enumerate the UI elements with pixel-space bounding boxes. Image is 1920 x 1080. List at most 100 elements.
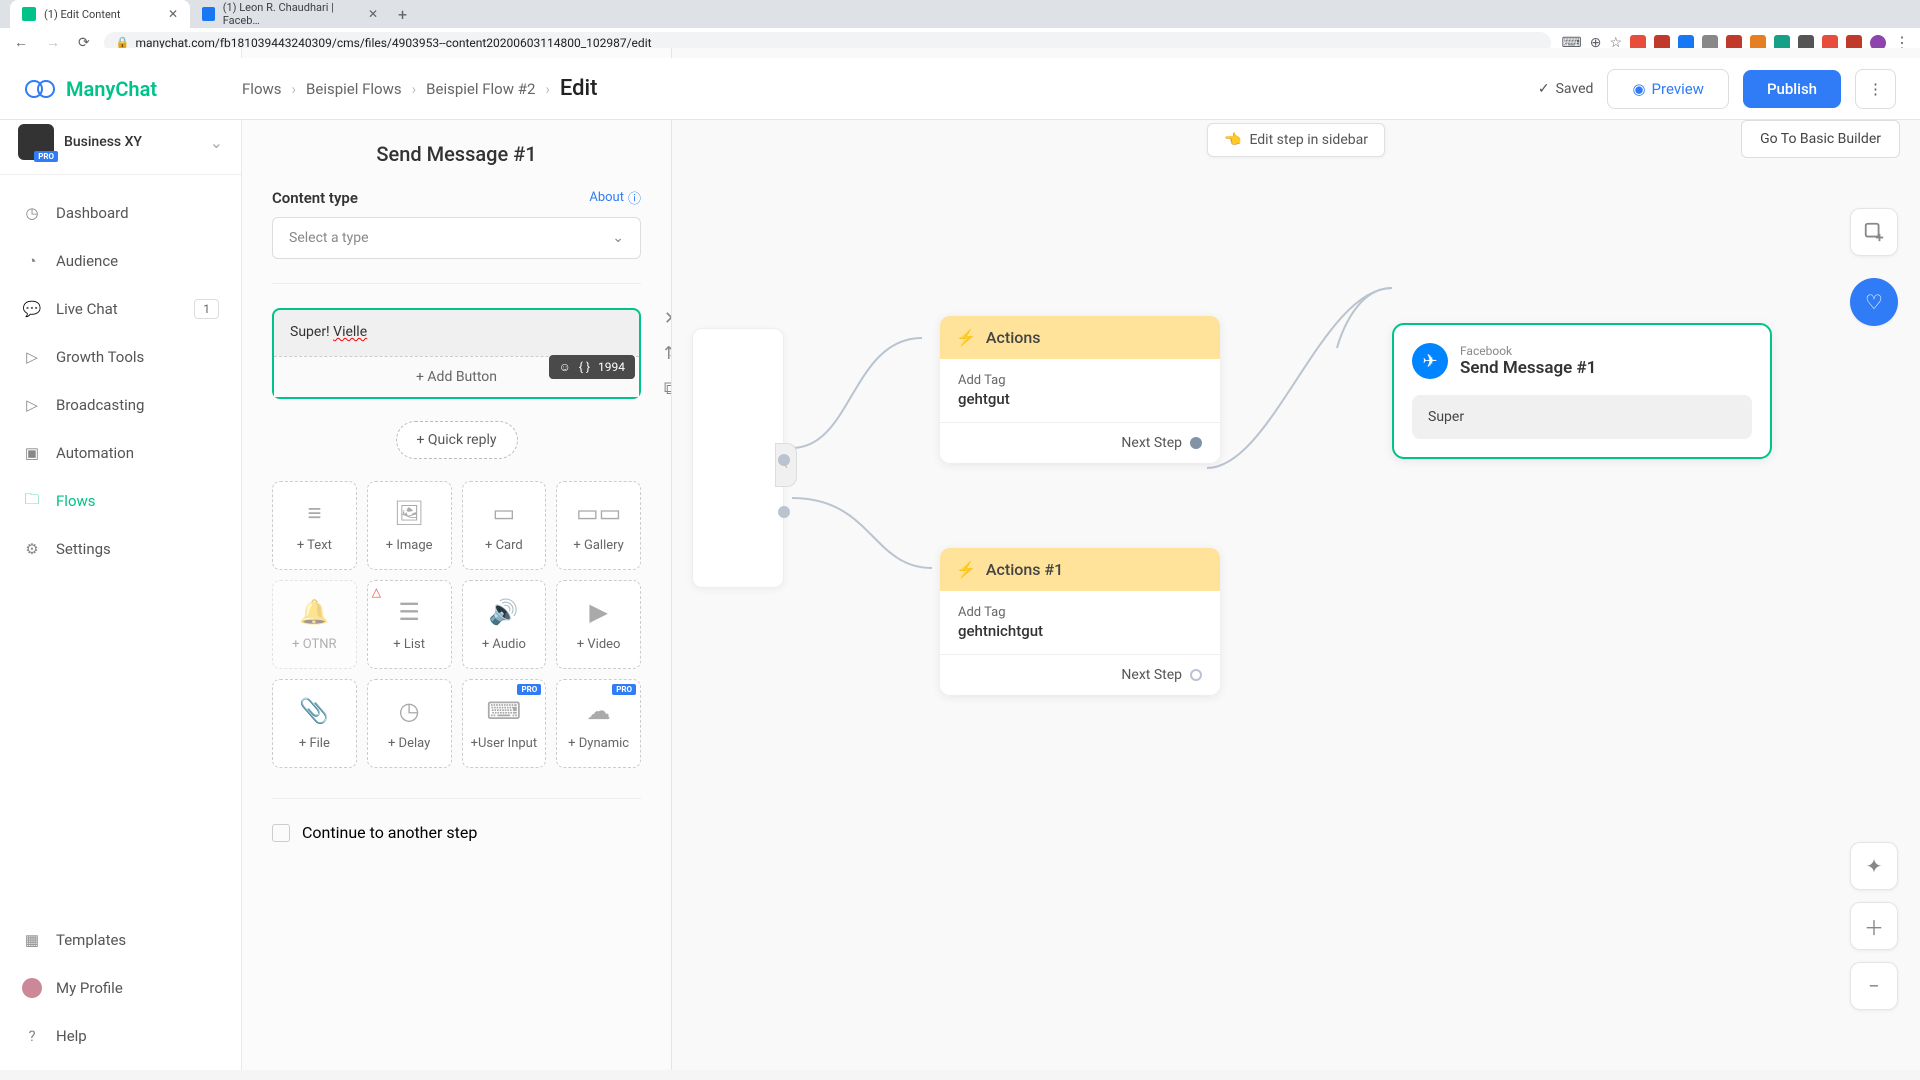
flow-canvas[interactable]: 👈 Edit step in sidebar Go To Basic Build… (672, 48, 1920, 1070)
message-text-input[interactable]: Super! Vielle (274, 310, 639, 356)
org-avatar: PRO (18, 124, 54, 160)
tile-list[interactable]: △☰+ List (367, 580, 452, 669)
tile-video[interactable]: ▶+ Video (556, 580, 641, 669)
bell-icon: 🔔 (299, 597, 329, 627)
help-icon: ? (22, 1026, 42, 1046)
sidebar-item-settings[interactable]: ⚙Settings (0, 525, 241, 573)
browser-chrome: (1) Edit Content ✕ (1) Leon R. Chaudhari… (0, 0, 1920, 48)
close-icon[interactable]: ✕ (168, 7, 178, 21)
action-value: gehtgut (958, 390, 1202, 408)
panel-title: Send Message #1 (272, 120, 641, 188)
eye-icon: ◉ (1632, 80, 1645, 98)
tile-userinput[interactable]: PRO⌨+User Input (462, 679, 547, 768)
add-button[interactable]: + Add Button ☺ { } 1994 (274, 356, 639, 397)
sidebar-item-flows[interactable]: 🗀Flows (0, 477, 241, 525)
duplicate-icon[interactable]: ⧉ (664, 378, 672, 399)
content-type-select[interactable]: Select a type ⌄ (272, 217, 641, 259)
breadcrumb-item[interactable]: Beispiel Flows (306, 80, 402, 98)
manychat-favicon (22, 7, 36, 21)
zoom-out-button[interactable]: − (1850, 962, 1898, 1010)
char-tools: ☺ { } 1994 (549, 355, 635, 379)
variable-icon[interactable]: { } (579, 360, 590, 374)
facebook-favicon (202, 7, 215, 21)
sidebar-item-broadcasting[interactable]: ▷Broadcasting (0, 381, 241, 429)
output-port[interactable] (1190, 437, 1202, 449)
move-icon[interactable]: ⇅ (664, 343, 672, 364)
continue-label: Continue to another step (302, 823, 477, 842)
node-title: Actions (986, 328, 1041, 347)
preview-button[interactable]: ◉ Preview (1607, 69, 1729, 109)
chevron-down-icon: ⌄ (210, 133, 223, 152)
actions-node[interactable]: ⚡ Actions Add Tag gehtgut Next Step (940, 316, 1220, 463)
sidebar-item-audience[interactable]: ◔Audience (0, 237, 241, 285)
assistant-button[interactable]: ♡ (1850, 278, 1898, 326)
sidebar-item-growth[interactable]: ▷Growth Tools (0, 333, 241, 381)
browser-tab-active[interactable]: (1) Edit Content ✕ (10, 0, 190, 28)
card-icon: ▭ (493, 498, 516, 528)
about-link[interactable]: About ⓘ (589, 188, 641, 207)
new-tab-button[interactable]: + (390, 1, 415, 28)
sidebar-item-templates[interactable]: ▦Templates (0, 916, 241, 964)
quick-reply-button[interactable]: + Quick reply (396, 421, 518, 459)
breadcrumb-item[interactable]: Beispiel Flow #2 (426, 80, 535, 98)
browser-tab[interactable]: (1) Leon R. Chaudhari | Faceb… ✕ (190, 0, 390, 28)
sidebar-item-dashboard[interactable]: ◷Dashboard (0, 189, 241, 237)
sidebar-item-help[interactable]: ?Help (0, 1012, 241, 1060)
chevron-down-icon: ⌄ (612, 230, 624, 246)
point-icon: 👈 (1224, 132, 1241, 148)
tile-image[interactable]: 🖼+ Image (367, 481, 452, 570)
continue-row[interactable]: Continue to another step (272, 798, 641, 842)
message-node[interactable]: ✈ Facebook Send Message #1 Super (1392, 323, 1772, 459)
zoom-in-button[interactable]: ＋ (1850, 902, 1898, 950)
text-block[interactable]: Super! Vielle + Add Button ☺ { } 1994 (272, 308, 641, 399)
sidebar-item-automation[interactable]: ▣Automation (0, 429, 241, 477)
actions-node[interactable]: ⚡Actions #1 Add Tag gehtnichtgut Next St… (940, 548, 1220, 695)
publish-button[interactable]: Publish (1743, 70, 1841, 108)
output-port[interactable] (778, 454, 790, 466)
tab-title: (1) Leon R. Chaudhari | Faceb… (223, 1, 360, 27)
breadcrumb-item[interactable]: Flows (242, 80, 282, 98)
forward-icon[interactable]: → (42, 32, 64, 53)
pro-badge: PRO (517, 684, 541, 695)
next-step[interactable]: Next Step (940, 422, 1220, 463)
tile-audio[interactable]: 🔊+ Audio (462, 580, 547, 669)
edit-sidebar-hint[interactable]: 👈 Edit step in sidebar (1207, 123, 1385, 157)
chevron-right-icon: › (292, 80, 297, 98)
auto-layout-button[interactable]: ✦ (1850, 842, 1898, 890)
automation-icon: ▣ (22, 443, 42, 463)
input-icon: ⌨ (487, 696, 522, 726)
audio-icon: 🔊 (489, 597, 519, 627)
sidebar-item-livechat[interactable]: 💬Live Chat1 (0, 285, 241, 333)
tile-gallery[interactable]: ▭▭+ Gallery (556, 481, 641, 570)
output-port[interactable] (778, 506, 790, 518)
previous-node-ghost[interactable] (692, 328, 784, 588)
message-bubble: Super (1412, 395, 1752, 439)
emoji-icon[interactable]: ☺ (559, 360, 571, 374)
close-icon[interactable]: ✕ (368, 7, 378, 21)
output-port[interactable] (1190, 669, 1202, 681)
logo[interactable]: ManyChat (24, 73, 242, 105)
delay-icon: ◷ (399, 696, 420, 726)
next-step[interactable]: Next Step (940, 654, 1220, 695)
tile-card[interactable]: ▭+ Card (462, 481, 547, 570)
chat-icon: 💬 (22, 299, 42, 319)
tab-title: (1) Edit Content (44, 8, 120, 21)
tile-delay[interactable]: ◷+ Delay (367, 679, 452, 768)
pro-badge: PRO (612, 684, 636, 695)
continue-checkbox[interactable] (272, 824, 290, 842)
org-name: Business XY (64, 134, 200, 150)
tile-otnr[interactable]: 🔔+ OTNR (272, 580, 357, 669)
delete-icon[interactable]: ✕ (664, 308, 672, 329)
list-icon: ☰ (398, 597, 420, 627)
more-button[interactable]: ⋮ (1855, 69, 1896, 109)
add-node-button[interactable] (1850, 208, 1898, 256)
sidebar-item-profile[interactable]: My Profile (0, 964, 241, 1012)
video-icon: ▶ (589, 597, 607, 627)
tile-dynamic[interactable]: PRO☁+ Dynamic (556, 679, 641, 768)
bolt-icon: ⚡ (956, 328, 976, 347)
action-label: Add Tag (958, 373, 1202, 388)
basic-builder-button[interactable]: Go To Basic Builder (1741, 120, 1900, 158)
tile-file[interactable]: 📎+ File (272, 679, 357, 768)
chevron-right-icon: › (412, 80, 417, 98)
tile-text[interactable]: ≡+ Text (272, 481, 357, 570)
